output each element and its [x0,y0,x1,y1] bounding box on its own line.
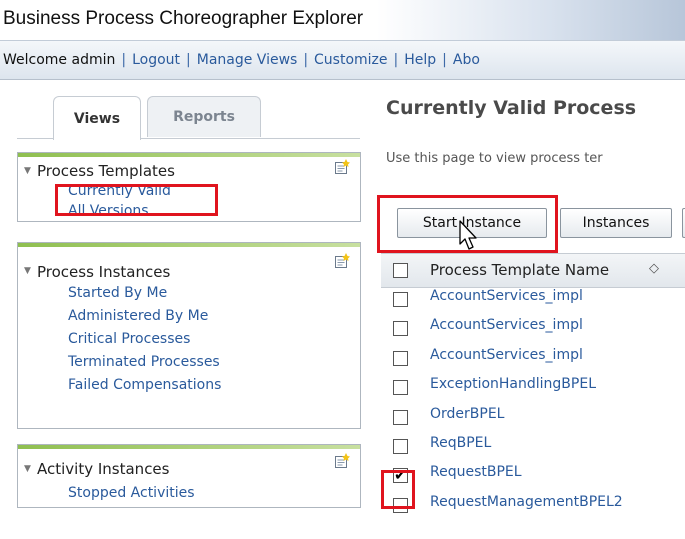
section-header[interactable]: ▼ Activity Instances [18,449,360,482]
customize-view-icon[interactable] [334,453,350,469]
highlight-start-instance [377,195,558,253]
template-name-link[interactable]: ExceptionHandlingBPEL [430,376,596,392]
tab-reports[interactable]: Reports [147,96,261,137]
row-checkbox[interactable] [393,439,408,454]
nav-separator: | [442,52,447,68]
template-name-link[interactable]: RequestManagementBPEL2 [430,494,623,510]
row-checkbox[interactable] [393,321,408,336]
section-header[interactable]: ▼ Process Instances [18,247,360,282]
collapse-triangle-icon[interactable]: ▼ [24,166,31,176]
table-header: Process Template Name ◇ [381,253,685,288]
started-by-me-link[interactable]: Started By Me [68,282,360,305]
section-title: Process Instances [37,263,171,281]
collapse-triangle-icon[interactable]: ▼ [24,266,31,276]
stopped-activities-link[interactable]: Stopped Activities [68,482,360,505]
highlight-currently-valid [55,184,218,216]
page-description: Use this page to view process ter [386,151,603,166]
help-link[interactable]: Help [404,52,436,68]
critical-processes-link[interactable]: Critical Processes [68,328,360,351]
section-title: Activity Instances [37,460,170,478]
terminated-processes-link[interactable]: Terminated Processes [68,351,360,374]
failed-compensations-link[interactable]: Failed Compensations [68,374,360,397]
template-name-link[interactable]: RequestBPEL [430,464,522,480]
template-name-link[interactable]: OrderBPEL [430,406,504,422]
highlight-checked-row [381,470,415,509]
template-name-link[interactable]: AccountServices_impl [430,288,583,304]
about-link[interactable]: Abo [453,52,480,68]
page-title: Currently Valid Process [386,97,637,119]
row-checkbox[interactable] [393,351,408,366]
top-nav: Welcome admin | Logout | Manage Views | Custom… [0,40,685,80]
row-checkbox[interactable] [393,410,408,425]
section-header[interactable]: ▼ Process Templates [18,157,360,183]
select-all-checkbox[interactable] [393,263,408,278]
template-name-link[interactable]: AccountServices_impl [430,317,583,333]
nav-separator: | [186,52,191,68]
welcome-text: Welcome admin [3,52,116,68]
nav-separator: | [393,52,399,68]
instances-button[interactable]: Instances [560,208,672,238]
administered-by-me-link[interactable]: Administered By Me [68,305,360,328]
customize-link[interactable]: Customize [314,52,388,68]
row-checkbox[interactable] [393,380,408,395]
section-title: Process Templates [37,162,175,180]
activity-instances-section: ▼ Activity Instances Stopped Activities [17,444,361,508]
customize-view-icon[interactable] [334,159,350,175]
template-name-link[interactable]: AccountServices_impl [430,347,583,363]
template-name-link[interactable]: ReqBPEL [430,435,491,451]
title-bar: Business Process Choreographer Explorer [0,0,685,40]
collapse-triangle-icon[interactable]: ▼ [24,464,31,474]
column-header-template-name[interactable]: Process Template Name [430,261,609,279]
nav-separator: | [121,52,127,68]
manage-views-link[interactable]: Manage Views [197,52,298,68]
app-title: Business Process Choreographer Explorer [3,8,364,29]
nav-separator: | [303,52,309,68]
customize-view-icon[interactable] [334,253,350,269]
logout-link[interactable]: Logout [132,52,180,68]
tab-views[interactable]: Views [53,96,141,140]
sort-arrows-icon[interactable]: ◇ [649,261,659,276]
process-instances-section: ▼ Process Instances Started By Me Admini… [17,242,361,429]
row-checkbox[interactable] [393,292,408,307]
